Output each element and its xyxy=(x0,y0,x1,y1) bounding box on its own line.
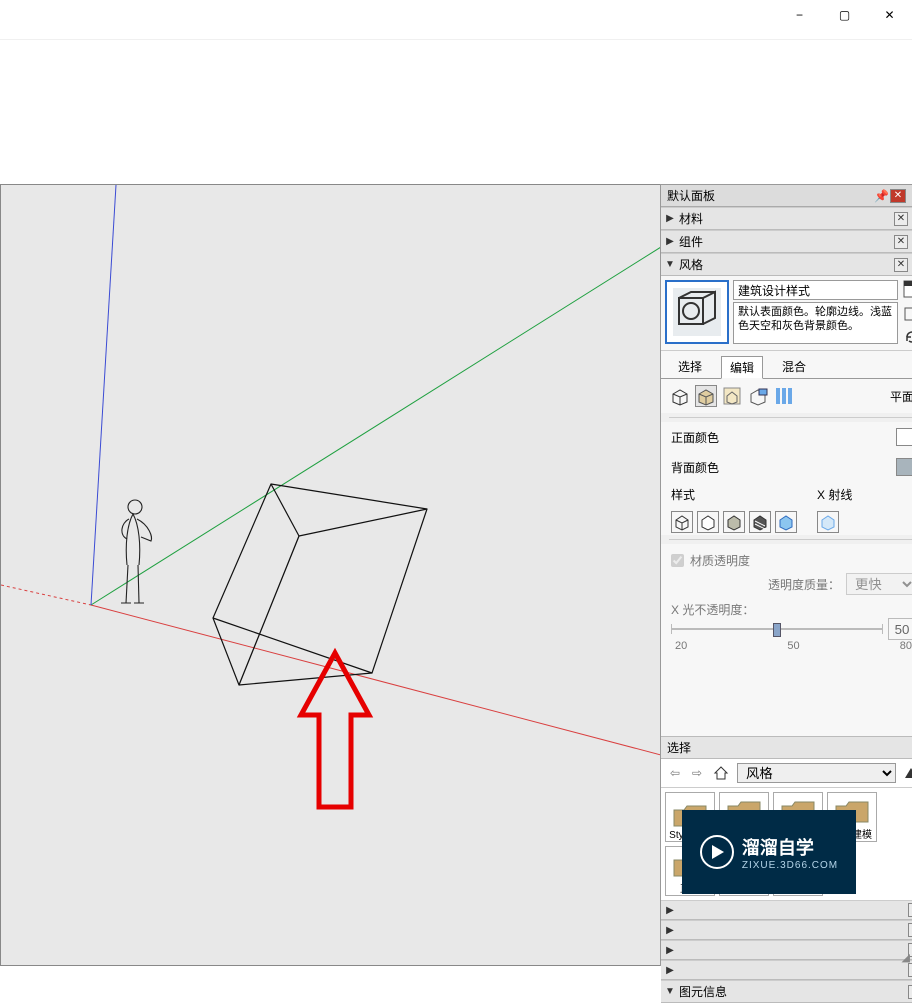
section-entity-info[interactable]: ▼图元信息✕ xyxy=(661,980,912,1003)
toolbar-area xyxy=(0,40,912,184)
style-shaded-icon[interactable] xyxy=(723,511,745,533)
chevron-down-icon: ▼ xyxy=(665,259,675,270)
section-collapsed[interactable]: ▶✕ xyxy=(661,900,912,920)
close-button[interactable]: ✕ xyxy=(867,0,912,30)
section-close-button[interactable]: ✕ xyxy=(908,985,912,999)
watermark-subtext: ZIXUE.3D66.COM xyxy=(742,860,838,871)
front-color-swatch[interactable] xyxy=(896,428,912,446)
details-icon[interactable] xyxy=(902,764,912,782)
show-secondary-icon[interactable] xyxy=(903,280,912,298)
nav-back-button[interactable]: ⇦ xyxy=(667,766,683,780)
back-color-label: 背面颜色 xyxy=(671,459,888,476)
chevron-right-icon: ▶ xyxy=(665,905,675,916)
edge-settings-icon[interactable] xyxy=(669,385,691,407)
new-style-icon[interactable]: + xyxy=(903,304,912,322)
opacity-value-input[interactable] xyxy=(888,618,912,640)
section-close-button[interactable]: ✕ xyxy=(908,923,912,937)
style-thumbnail[interactable] xyxy=(665,280,729,344)
viewport-3d[interactable] xyxy=(0,184,660,966)
chevron-right-icon: ▶ xyxy=(665,236,675,247)
chevron-right-icon: ▶ xyxy=(665,965,675,976)
style-monochrome-icon[interactable] xyxy=(775,511,797,533)
section-close-button[interactable]: ✕ xyxy=(894,235,908,249)
tab-mix[interactable]: 混合 xyxy=(773,355,815,378)
material-transparency-checkbox[interactable] xyxy=(671,554,684,567)
background-settings-icon[interactable] xyxy=(721,385,743,407)
tray-title-label: 默认面板 xyxy=(667,187,715,204)
transparency-quality-label: 透明度质量： xyxy=(768,576,840,593)
tray-close-button[interactable]: ✕ xyxy=(890,189,906,203)
pin-icon[interactable]: 📌 xyxy=(874,189,888,203)
style-description: 默认表面颜色。轮廓边线。浅蓝色天空和灰色背景颜色。 xyxy=(733,302,898,344)
section-close-button[interactable]: ✕ xyxy=(894,212,908,226)
watermark-overlay: 溜溜自学 ZIXUE.3D66.COM xyxy=(682,810,856,894)
transparency-quality-select[interactable]: 更快 xyxy=(846,573,912,595)
window-titlebar: − ▢ ✕ xyxy=(0,0,912,40)
tab-edit[interactable]: 编辑 xyxy=(721,356,763,379)
modeling-settings-icon[interactable] xyxy=(773,385,795,407)
minimize-icon: − xyxy=(796,8,803,22)
style-hidden-icon[interactable] xyxy=(697,511,719,533)
section-components-label: 组件 xyxy=(679,233,703,250)
section-collapsed[interactable]: ▶✕ xyxy=(661,920,912,940)
material-transparency-label: 材质透明度 xyxy=(690,552,750,569)
tray-title[interactable]: 默认面板 📌 ✕ xyxy=(661,185,912,207)
section-styles[interactable]: ▼ 风格 ✕ xyxy=(661,253,912,276)
watermark-text: 溜溜自学 xyxy=(742,838,814,858)
nav-forward-button[interactable]: ⇨ xyxy=(689,766,705,780)
chevron-right-icon: ▶ xyxy=(665,213,675,224)
minimize-button[interactable]: − xyxy=(777,0,822,30)
slider-mid-label: 50 xyxy=(787,640,799,652)
xray-label: X 射线 xyxy=(817,486,852,507)
section-close-button[interactable]: ✕ xyxy=(894,258,908,272)
front-color-label: 正面颜色 xyxy=(671,429,888,446)
tab-select[interactable]: 选择 xyxy=(669,355,711,378)
home-icon[interactable] xyxy=(711,763,731,783)
x-opacity-label: X 光不透明度： xyxy=(671,601,912,618)
style-textured-icon[interactable] xyxy=(749,511,771,533)
chooser-head[interactable]: 选择 xyxy=(661,737,912,759)
chevron-right-icon: ▶ xyxy=(665,925,675,936)
face-settings-icon[interactable] xyxy=(695,385,717,407)
styles-category-select[interactable]: 风格 xyxy=(737,763,896,783)
maximize-button[interactable]: ▢ xyxy=(822,0,867,30)
slider-max-label: 80 xyxy=(900,640,912,652)
close-icon: ✕ xyxy=(884,8,894,22)
play-icon xyxy=(700,835,734,869)
section-collapsed[interactable]: ▶✕ xyxy=(661,960,912,980)
section-materials-label: 材料 xyxy=(679,210,703,227)
section-styles-label: 风格 xyxy=(679,256,703,273)
chevron-right-icon: ▶ xyxy=(665,945,675,956)
watermark-settings-icon[interactable] xyxy=(747,385,769,407)
section-close-button[interactable]: ✕ xyxy=(908,963,912,977)
xray-mode-icon[interactable] xyxy=(817,511,839,533)
back-color-swatch[interactable] xyxy=(896,458,912,476)
style-label: 样式 xyxy=(671,486,797,507)
chevron-down-icon: ▼ xyxy=(665,986,675,997)
slider-min-label: 20 xyxy=(675,640,687,652)
opacity-slider[interactable] xyxy=(671,621,882,637)
refresh-icon[interactable] xyxy=(903,328,912,346)
settings-category-label: 平面 xyxy=(890,388,912,405)
maximize-icon: ▢ xyxy=(839,8,850,22)
section-components[interactable]: ▶ 组件 ✕ xyxy=(661,230,912,253)
style-wireframe-icon[interactable] xyxy=(671,511,693,533)
section-close-button[interactable]: ✕ xyxy=(908,903,912,917)
section-collapsed[interactable]: ▶✕ xyxy=(661,940,912,960)
style-name-input[interactable] xyxy=(733,280,898,300)
resize-grip-icon[interactable]: ◢ xyxy=(902,951,910,964)
section-materials[interactable]: ▶ 材料 ✕ xyxy=(661,207,912,230)
